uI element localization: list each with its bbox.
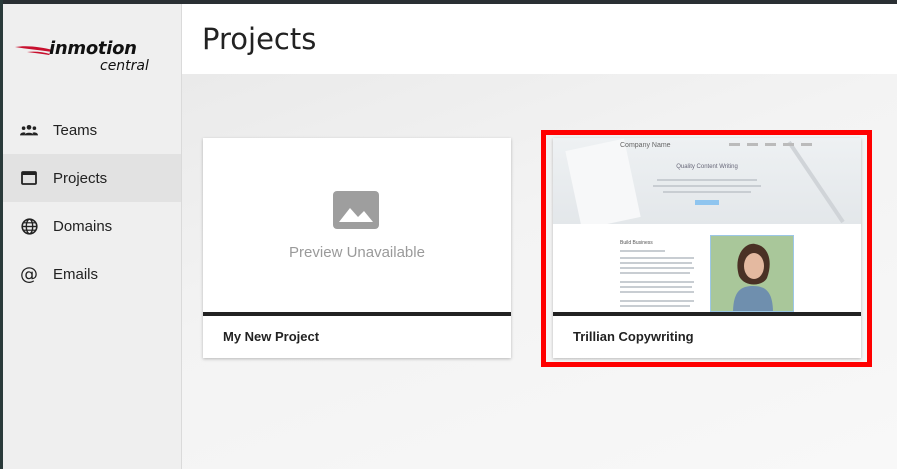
thumbnail-portrait-image [710,235,794,312]
main-area: Projects Preview Unavailable My New Proj… [182,4,897,469]
notebook-graphic [565,138,845,224]
thumbnail-button [695,200,719,205]
card-divider [553,312,861,316]
project-name: My New Project [223,329,320,344]
globe-icon [20,217,38,235]
thumbnail-text-line [620,272,690,274]
page-header: Projects [182,4,897,74]
sidebar-item-projects[interactable]: Projects [3,154,181,202]
sidebar-item-label: Teams [53,121,98,139]
sidebar-nav: Teams Projects Domains @ Emails [3,106,181,298]
sidebar: inmotion central Teams Projects Domains … [3,4,182,469]
thumbnail-text-line [620,286,692,288]
browser-window-icon [20,169,38,187]
thumbnail-nav-links [729,143,812,146]
thumbnail-site-title: Company Name [620,142,671,149]
project-preview: Preview Unavailable [203,138,511,312]
thumbnail-text-line [657,179,757,181]
thumbnail-text-line [620,291,694,293]
thumbnail-headline: Quality Content Writing [676,164,738,170]
sidebar-item-domains[interactable]: Domains [3,202,181,250]
page-title: Projects [202,22,317,56]
project-name: Trillian Copywriting [573,329,694,344]
at-sign-icon: @ [20,263,38,285]
sidebar-item-label: Emails [53,265,99,283]
card-divider [203,312,511,316]
preview-unavailable-text: Preview Unavailable [289,244,425,261]
thumbnail-text-line [620,262,692,264]
thumbnail-text-line [620,305,690,307]
thumbnail-text-line [653,185,761,187]
thumbnail-text-line [620,281,694,283]
project-preview: Company Name Quality Content Writing Bui… [553,138,861,312]
thumbnail-text-line [620,300,694,302]
project-card[interactable]: Preview Unavailable My New Project [203,138,511,358]
sidebar-item-label: Domains [53,217,113,235]
brand-logo[interactable]: inmotion central [3,4,182,104]
app: inmotion central Teams Projects Domains … [3,4,897,469]
thumbnail-section-title: Build Business [620,240,653,246]
project-card[interactable]: Company Name Quality Content Writing Bui… [553,138,861,358]
thumbnail-text-line [620,267,694,269]
image-placeholder-icon [333,191,379,229]
thumbnail-text-line [620,250,665,252]
sidebar-item-teams[interactable]: Teams [3,106,181,154]
sidebar-item-emails[interactable]: @ Emails [3,250,181,298]
website-thumbnail: Company Name Quality Content Writing Bui… [553,138,861,312]
thumbnail-hero: Company Name Quality Content Writing [553,138,861,224]
thumbnail-text-line [620,257,694,259]
projects-grid: Preview Unavailable My New Project Compa… [182,74,897,469]
logo-subtitle: central [100,58,149,74]
thumbnail-text-line [663,191,751,193]
sidebar-item-label: Projects [53,169,108,187]
people-icon [20,121,38,139]
logo-wordmark: inmotion [49,38,137,59]
